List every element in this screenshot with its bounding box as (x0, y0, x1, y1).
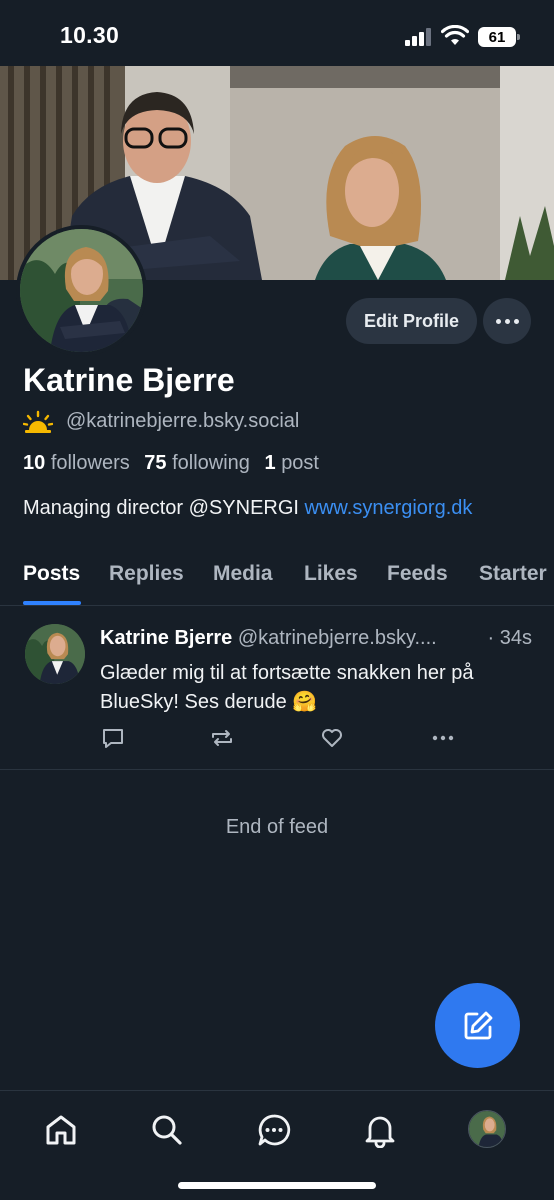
nav-search[interactable] (148, 1111, 186, 1149)
bio-link[interactable]: www.synergiorg.dk (305, 497, 473, 519)
dot (504, 318, 510, 324)
bio-text: Managing director @SYNERGI (23, 497, 305, 519)
repost-icon[interactable] (209, 725, 235, 751)
profile-stats: 10 followers 75 following 1 post (23, 452, 319, 475)
chat-icon (258, 1114, 291, 1146)
followers-label: followers (50, 452, 130, 474)
wifi-icon (441, 25, 469, 45)
nav-notifications[interactable] (361, 1111, 399, 1149)
reply-icon[interactable] (100, 725, 126, 751)
profile-tabs: Posts Replies Media Likes Feeds Starter (0, 556, 554, 606)
post-actions (100, 725, 480, 751)
display-name: Katrine Bjerre (23, 362, 235, 398)
tab-likes[interactable]: Likes (304, 562, 358, 586)
posts-label: post (281, 452, 319, 474)
post-handle[interactable]: @katrinebjerre.bsky.... (238, 627, 437, 649)
post-avatar[interactable] (25, 624, 85, 684)
nav-avatar-photo (469, 1111, 505, 1147)
tab-starter[interactable]: Starter (479, 562, 547, 586)
signal-icon (405, 28, 431, 46)
profile-bio: Managing director @SYNERGI www.synergior… (23, 497, 472, 520)
battery-indicator: 61 (478, 27, 520, 47)
post-time: · 34s (487, 627, 532, 649)
compose-button[interactable] (435, 983, 520, 1068)
following-link[interactable]: 75 following (144, 452, 250, 474)
posts-stat: 1 post (265, 452, 320, 474)
sun-icon (23, 410, 53, 433)
active-tab-indicator (23, 601, 81, 605)
tab-posts[interactable]: Posts (23, 562, 80, 586)
post-avatar-photo (25, 624, 85, 684)
nav-profile-avatar[interactable] (468, 1110, 506, 1148)
dot (513, 318, 519, 324)
post-more-icon[interactable] (430, 725, 456, 751)
followers-link[interactable]: 10 followers (23, 452, 130, 474)
nav-chat[interactable] (255, 1111, 293, 1149)
tab-media[interactable]: Media (213, 562, 273, 586)
profile-avatar[interactable] (16, 225, 147, 356)
following-count: 75 (144, 452, 167, 474)
status-bar: 10.30 61 (0, 0, 554, 66)
tab-replies[interactable]: Replies (109, 562, 184, 586)
tab-feeds[interactable]: Feeds (387, 562, 448, 586)
following-label: following (172, 452, 250, 474)
post-author[interactable]: Katrine Bjerre (100, 627, 232, 649)
post-header: Katrine Bjerre @katrinebjerre.bsky.... ·… (100, 627, 532, 650)
followers-count: 10 (23, 452, 46, 474)
like-icon[interactable] (319, 725, 345, 751)
end-of-feed: End of feed (225, 816, 329, 838)
edit-profile-button[interactable]: Edit Profile (346, 298, 477, 344)
posts-count: 1 (264, 452, 276, 474)
compose-icon (464, 1011, 492, 1039)
status-time: 10.30 (60, 22, 120, 48)
post-text: Glæder mig til at fortsætte snakken her … (100, 662, 474, 713)
bell-icon (365, 1116, 395, 1148)
profile-more-button[interactable] (483, 298, 531, 344)
dot (495, 318, 501, 324)
profile-handle: @katrinebjerre.bsky.social (66, 410, 300, 432)
feed-post[interactable]: Katrine Bjerre @katrinebjerre.bsky.... ·… (0, 607, 554, 770)
home-icon (46, 1115, 76, 1145)
nav-home[interactable] (42, 1111, 80, 1149)
search-icon (152, 1115, 182, 1145)
avatar-photo (20, 229, 143, 352)
home-indicator (178, 1182, 376, 1189)
